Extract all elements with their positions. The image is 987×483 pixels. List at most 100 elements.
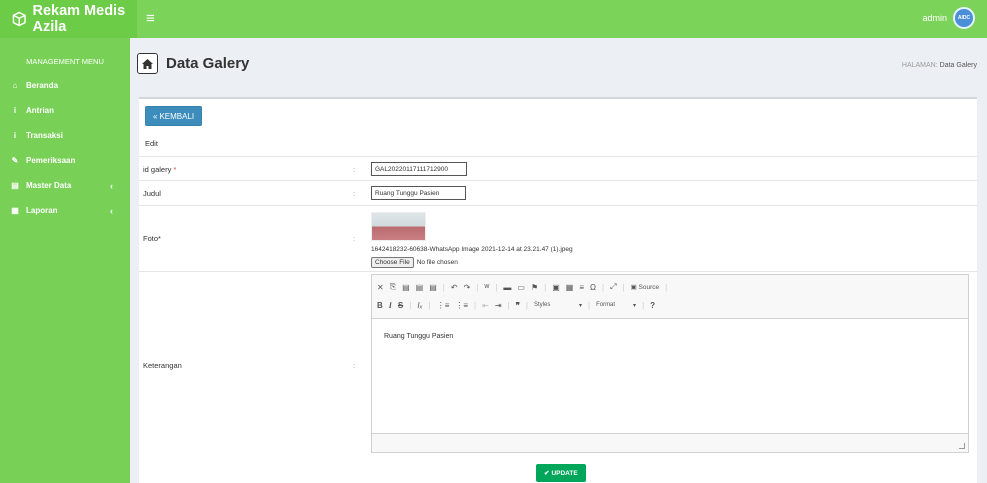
- separator: |: [602, 282, 605, 292]
- sidebar-item-label: Transaksi: [26, 131, 63, 140]
- home-icon: ⌂: [12, 81, 18, 90]
- info-icon: i: [13, 106, 17, 115]
- no-file-text: No file chosen: [416, 259, 458, 266]
- separator: |: [442, 282, 445, 292]
- source-button[interactable]: ▣ Source: [631, 283, 660, 291]
- judul-input[interactable]: Ruang Tunggu Pasien: [371, 186, 466, 200]
- separator: |: [544, 282, 547, 292]
- table-icon[interactable]: ▦: [566, 283, 574, 292]
- id-galery-input[interactable]: GAL20220117111712900: [371, 162, 467, 176]
- horizontal-line-icon[interactable]: ≡: [579, 283, 584, 292]
- redo-icon[interactable]: ↷: [464, 283, 471, 292]
- calendar-icon: ▦: [11, 206, 19, 215]
- styles-label: Styles: [533, 301, 551, 308]
- separator: |: [409, 300, 412, 310]
- editor-toolbar: ✕ ⎘ ▤ ▤ ▤ | ↶ ↷ | ᵂ | ▬ ▭ ⚑ | ▣ ▦ ≡ Ω | …: [372, 275, 968, 319]
- resize-handle-icon[interactable]: [959, 443, 965, 449]
- sidebar-item-label: Antrian: [26, 106, 54, 115]
- editor-statusbar: [372, 433, 968, 452]
- cut-icon[interactable]: ✕: [377, 283, 384, 292]
- format-dropdown[interactable]: Format ▾: [596, 302, 636, 309]
- colon: :: [353, 234, 356, 243]
- sidebar-item-antrian[interactable]: i Antrian: [0, 98, 130, 123]
- choose-file-button[interactable]: Choose File: [371, 257, 414, 268]
- separator: |: [495, 282, 498, 292]
- field-label: id galery *: [143, 165, 176, 174]
- database-icon: ▤: [11, 181, 19, 190]
- breadcrumb: HALAMAN: Data Galery: [902, 62, 977, 69]
- italic-icon[interactable]: I: [389, 301, 392, 310]
- chevron-left-icon: ‹: [110, 205, 113, 216]
- copy-icon[interactable]: ⎘: [390, 282, 396, 292]
- paste-text-icon[interactable]: ▤: [416, 283, 424, 292]
- help-icon[interactable]: ?: [650, 301, 655, 310]
- separator: |: [476, 282, 479, 292]
- anchor-icon[interactable]: ⚑: [531, 283, 538, 292]
- special-char-icon[interactable]: Ω: [590, 283, 596, 292]
- bullet-list-icon[interactable]: ⋮≡: [455, 301, 468, 310]
- dropdown-arrow-icon: ▾: [578, 302, 582, 309]
- form-mode-label: Edit: [145, 139, 158, 148]
- strike-icon[interactable]: S: [398, 301, 403, 310]
- separator: |: [474, 300, 477, 310]
- judul-label: Judul: [143, 189, 161, 198]
- sidebar-item-pemeriksaan[interactable]: ✎ Pemeriksaan: [0, 148, 130, 173]
- separator: |: [507, 300, 510, 310]
- back-button[interactable]: « KEMBALI: [145, 106, 203, 126]
- sidebar: MANAGEMENT MENU ⌂ Beranda i Antrian i Tr…: [0, 38, 130, 483]
- toolbar-row-1: ✕ ⎘ ▤ ▤ ▤ | ↶ ↷ | ᵂ | ▬ ▭ ⚑ | ▣ ▦ ≡ Ω | …: [377, 278, 963, 296]
- double-chevron-left-icon: «: [153, 111, 158, 121]
- sidebar-item-transaksi[interactable]: i Transaksi: [0, 123, 130, 148]
- remove-format-icon[interactable]: Iₓ: [417, 301, 422, 310]
- check-icon: ✔: [544, 470, 550, 477]
- sidebar-item-label: Laporan: [26, 206, 58, 215]
- link-icon[interactable]: ▬: [503, 283, 511, 292]
- foto-filename: 1642418232-60638-WhatsApp Image 2021-12-…: [371, 246, 573, 253]
- breadcrumb-current[interactable]: Data Galery: [940, 62, 977, 69]
- maximize-icon[interactable]: ⤢: [610, 282, 616, 292]
- separator: |: [622, 282, 625, 292]
- paste-word-icon[interactable]: ▤: [429, 283, 437, 292]
- undo-icon[interactable]: ↶: [451, 283, 458, 292]
- foto-label: Foto*: [143, 234, 161, 243]
- separator: |: [428, 300, 431, 310]
- update-button[interactable]: ✔ UPDATE: [536, 464, 586, 482]
- file-input[interactable]: Choose File No file chosen: [371, 257, 458, 268]
- colon: :: [353, 165, 356, 174]
- rich-text-editor[interactable]: ✕ ⎘ ▤ ▤ ▤ | ↶ ↷ | ᵂ | ▬ ▭ ⚑ | ▣ ▦ ≡ Ω | …: [371, 274, 969, 453]
- update-button-label: UPDATE: [551, 469, 578, 477]
- sidebar-header: MANAGEMENT MENU: [26, 57, 104, 66]
- edit-icon: ✎: [11, 156, 19, 165]
- sidebar-item-laporan[interactable]: ▦ Laporan ‹: [0, 198, 130, 223]
- separator: |: [525, 300, 528, 310]
- brand[interactable]: Rekam Medis Azila: [0, 0, 137, 38]
- colon: :: [353, 189, 356, 198]
- styles-dropdown[interactable]: Styles ▾: [534, 302, 582, 309]
- breadcrumb-label: HALAMAN:: [901, 62, 938, 69]
- numbered-list-icon[interactable]: ⋮≡: [437, 301, 450, 310]
- user-menu[interactable]: admin AIDC: [922, 7, 975, 29]
- avatar: AIDC: [953, 7, 975, 29]
- bold-icon[interactable]: B: [377, 301, 383, 310]
- dropdown-arrow-icon: ▾: [633, 302, 637, 309]
- sidebar-item-beranda[interactable]: ⌂ Beranda: [0, 73, 130, 98]
- sidebar-item-label: Pemeriksaan: [26, 156, 76, 165]
- unlink-icon[interactable]: ▭: [517, 283, 525, 292]
- separator: |: [665, 282, 668, 292]
- outdent-icon[interactable]: ⇤: [482, 301, 489, 310]
- menu-toggle-icon[interactable]: ≡: [146, 10, 155, 27]
- blockquote-icon[interactable]: ❞: [516, 301, 520, 310]
- info-icon: i: [13, 131, 17, 140]
- editor-content[interactable]: Ruang Tunggu Pasien: [372, 319, 968, 433]
- keterangan-label: Keterangan: [143, 361, 182, 370]
- separator: |: [587, 300, 591, 310]
- spellcheck-icon[interactable]: ᵂ: [484, 283, 489, 292]
- form-row-foto: Foto* : 1642418232-60638-WhatsApp Image …: [139, 205, 977, 271]
- format-label: Format: [596, 301, 616, 308]
- paste-icon[interactable]: ▤: [402, 283, 410, 292]
- sidebar-item-master-data[interactable]: ▤ Master Data ‹: [0, 173, 130, 198]
- page-title: Data Galery: [166, 55, 250, 72]
- indent-icon[interactable]: ⇥: [495, 301, 502, 310]
- cube-icon: [12, 11, 26, 27]
- image-icon[interactable]: ▣: [552, 283, 560, 292]
